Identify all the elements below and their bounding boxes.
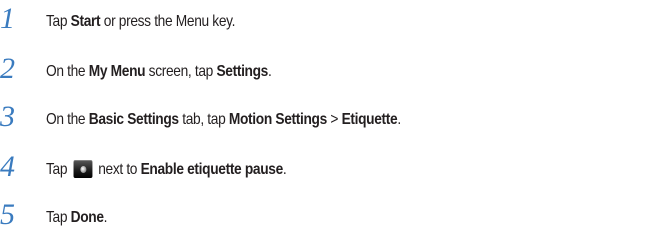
step-text-part: . — [267, 63, 272, 80]
step-text-part: . — [103, 209, 108, 226]
step-text-part: Tap — [46, 209, 71, 226]
step-text-part: On the — [46, 63, 89, 80]
step-text-bold: Settings — [216, 63, 268, 80]
step-text: On the My Menu screen, tap Settings. — [46, 61, 272, 83]
step-3: 3 On the Basic Settings tab, tap Motion … — [0, 100, 649, 140]
step-text: Tap Start or press the Menu key. — [46, 11, 235, 33]
step-2: 2 On the My Menu screen, tap Settings. — [0, 52, 649, 92]
step-number: 3 — [0, 100, 15, 133]
step-text-bold: Etiquette — [341, 111, 398, 128]
step-text: On the Basic Settings tab, tap Motion Se… — [46, 109, 401, 131]
step-number: 2 — [0, 52, 15, 85]
step-text-bold: Done — [70, 209, 104, 226]
step-text-part: > — [326, 111, 342, 128]
step-number: 4 — [0, 150, 15, 183]
step-number: 1 — [0, 2, 15, 35]
step-text-part: . — [282, 161, 287, 178]
step-5: 5 Tap Done. — [0, 198, 649, 238]
step-text-bold: My Menu — [88, 63, 146, 80]
step-text-part: tab, tap — [178, 111, 229, 128]
step-1: 1 Tap Start or press the Menu key. — [0, 2, 649, 42]
step-text-part: . — [397, 111, 401, 128]
step-text-part: screen, tap — [145, 63, 217, 80]
step-text-part: or press the Menu key. — [100, 13, 236, 30]
step-text: Tap Done. — [46, 207, 108, 229]
step-number: 5 — [0, 198, 15, 231]
step-text-bold: Start — [70, 13, 101, 30]
step-text-part: Tap — [46, 13, 71, 30]
step-4: 4 Tap next to Enable etiquette pause. — [0, 150, 649, 190]
step-text-bold: Enable etiquette pause — [140, 161, 284, 178]
toggle-switch-icon — [73, 160, 93, 178]
step-text: Tap next to Enable etiquette pause. — [46, 159, 287, 181]
step-text-part: On the — [46, 111, 89, 128]
step-text-part: Tap — [46, 161, 71, 178]
instruction-steps: 1 Tap Start or press the Menu key. 2 On … — [0, 0, 649, 245]
step-text-bold: Motion Settings — [228, 111, 327, 128]
step-text-bold: Basic Settings — [88, 111, 179, 128]
step-text-part: next to — [94, 161, 141, 178]
